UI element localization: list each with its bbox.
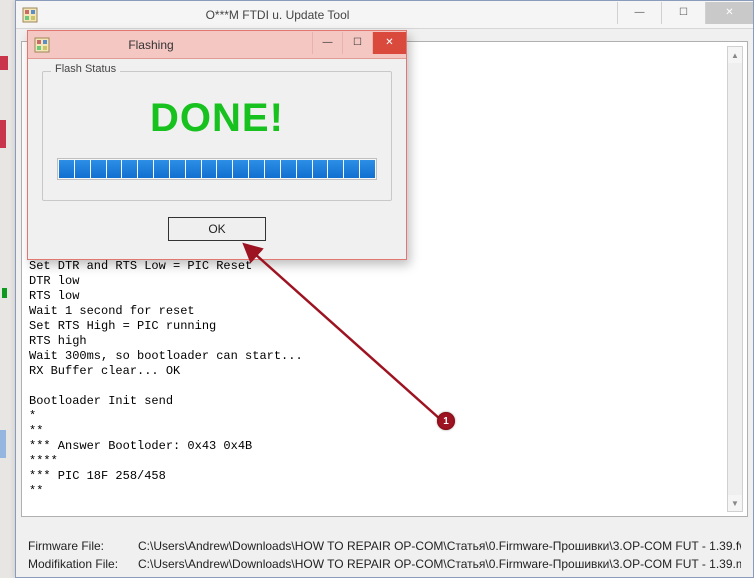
flash-status-groupbox: Flash Status DONE! xyxy=(42,71,392,201)
scroll-down-icon[interactable]: ▼ xyxy=(728,495,742,511)
minimize-button[interactable]: — xyxy=(617,2,661,24)
done-status-text: DONE! xyxy=(43,96,391,141)
decoration xyxy=(0,430,6,458)
modification-file-label: Modifikation File: xyxy=(28,557,138,571)
modification-file-path: C:\Users\Andrew\Downloads\HOW TO REPAIR … xyxy=(138,557,741,571)
dialog-maximize-button[interactable]: ☐ xyxy=(342,32,372,54)
ok-button[interactable]: OK xyxy=(168,217,266,241)
groupbox-legend: Flash Status xyxy=(51,63,120,75)
flashing-dialog: Flashing — ☐ ✕ Flash Status DONE! OK xyxy=(27,30,407,260)
annotation-marker-1: 1 xyxy=(437,412,455,430)
scroll-up-icon[interactable]: ▲ xyxy=(728,47,742,63)
background-windows-sliver xyxy=(0,0,15,578)
decoration xyxy=(0,56,8,70)
main-window-controls: — ☐ ✕ xyxy=(617,2,753,24)
dialog-titlebar[interactable]: Flashing — ☐ ✕ xyxy=(28,31,406,59)
dialog-minimize-button[interactable]: — xyxy=(312,32,342,54)
dialog-window-controls: — ☐ ✕ xyxy=(312,32,406,54)
firmware-file-label: Firmware File: xyxy=(28,539,138,553)
progress-bar xyxy=(57,158,377,180)
vertical-scrollbar[interactable]: ▲ ▼ xyxy=(727,46,743,512)
decoration xyxy=(2,288,7,298)
decoration xyxy=(0,120,6,148)
main-window-title: O***M FTDI u. Update Tool xyxy=(0,8,617,22)
maximize-button[interactable]: ☐ xyxy=(661,2,705,24)
close-button[interactable]: ✕ xyxy=(705,2,753,24)
footer-area: Firmware File: C:\Users\Andrew\Downloads… xyxy=(16,535,753,571)
firmware-file-path: C:\Users\Andrew\Downloads\HOW TO REPAIR … xyxy=(138,539,741,553)
dialog-title: Flashing xyxy=(0,38,312,52)
dialog-close-button[interactable]: ✕ xyxy=(372,32,406,54)
main-titlebar[interactable]: O***M FTDI u. Update Tool — ☐ ✕ xyxy=(16,1,753,29)
